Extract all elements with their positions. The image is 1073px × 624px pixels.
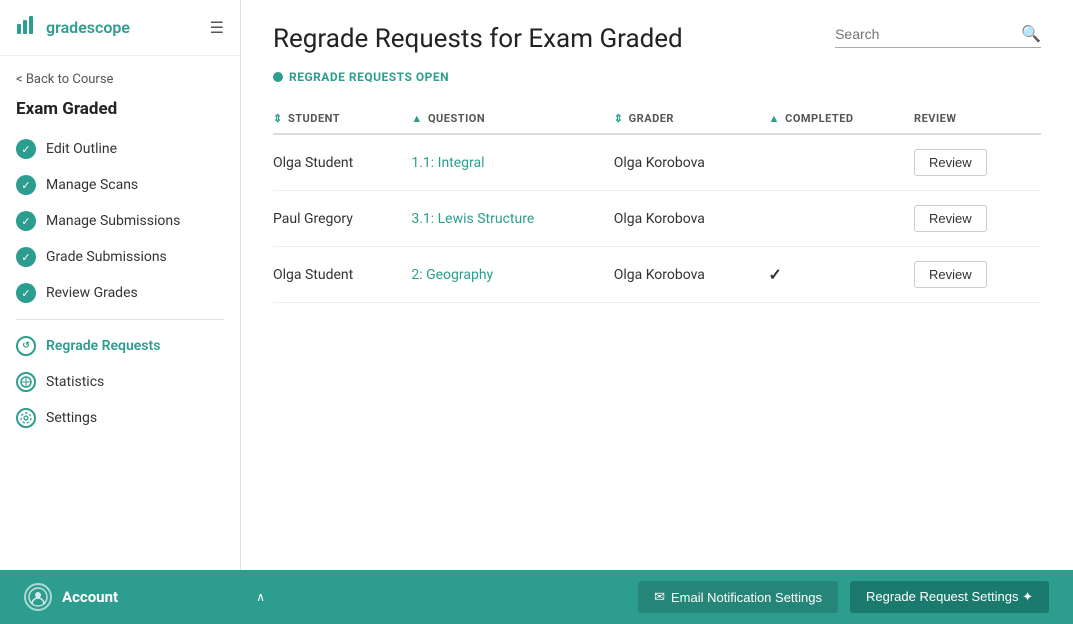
review-button[interactable]: Review <box>914 261 987 288</box>
table-row: Olga Student 1.1: Integral Olga Korobova… <box>273 134 1041 191</box>
col-question[interactable]: ▲ QUESTION <box>411 104 613 134</box>
regrade-requests-icon: ↺ <box>16 336 36 356</box>
sidebar-item-manage-scans[interactable]: ✓ Manage Scans <box>0 167 240 203</box>
sidebar-item-label: Settings <box>46 410 97 426</box>
review-button[interactable]: Review <box>914 205 987 232</box>
col-review: REVIEW <box>914 104 1041 134</box>
cell-question: 2: Geography <box>411 247 613 303</box>
logo-text: gradescope <box>46 18 130 37</box>
requests-table: ⇕ STUDENT ▲ QUESTION ⇕ GRADER ▲ COMPLETE… <box>273 104 1041 303</box>
question-link[interactable]: 2: Geography <box>411 267 493 283</box>
logo-icon <box>16 14 38 41</box>
cell-question: 3.1: Lewis Structure <box>411 191 613 247</box>
settings-icon <box>16 408 36 428</box>
table-row: Olga Student 2: Geography Olga Korobova … <box>273 247 1041 303</box>
cell-grader: Olga Korobova <box>614 134 769 191</box>
back-to-course-link[interactable]: < Back to Course <box>0 68 240 95</box>
statistics-icon <box>16 372 36 392</box>
sidebar-item-grade-submissions[interactable]: ✓ Grade Submissions <box>0 239 240 275</box>
completed-checkmark: ✓ <box>769 265 782 284</box>
cell-completed <box>769 134 915 191</box>
search-box: 🔍 <box>835 24 1041 48</box>
check-icon: ✓ <box>16 211 36 231</box>
table-body: Olga Student 1.1: Integral Olga Korobova… <box>273 134 1041 303</box>
cell-completed: ✓ <box>769 247 915 303</box>
check-icon: ✓ <box>16 175 36 195</box>
email-notification-settings-button[interactable]: ✉ Email Notification Settings <box>638 581 838 613</box>
sidebar-item-regrade-requests[interactable]: ↺ Regrade Requests <box>0 328 240 364</box>
cell-review: Review <box>914 191 1041 247</box>
page-header: Regrade Requests for Exam Graded 🔍 <box>273 24 1041 54</box>
table-row: Paul Gregory 3.1: Lewis Structure Olga K… <box>273 191 1041 247</box>
status-text: REGRADE REQUESTS OPEN <box>289 70 449 84</box>
chevron-up-icon[interactable]: ∧ <box>256 590 265 604</box>
sidebar: gradescope ☰ < Back to Course Exam Grade… <box>0 0 241 570</box>
col-student[interactable]: ⇕ STUDENT <box>273 104 411 134</box>
cell-student: Olga Student <box>273 134 411 191</box>
sidebar-divider <box>16 319 224 320</box>
page-title: Regrade Requests for Exam Graded <box>273 24 683 54</box>
sidebar-nav: < Back to Course Exam Graded ✓ Edit Outl… <box>0 56 240 570</box>
sidebar-item-review-grades[interactable]: ✓ Review Grades <box>0 275 240 311</box>
cell-completed <box>769 191 915 247</box>
sidebar-item-settings[interactable]: Settings <box>0 400 240 436</box>
search-input[interactable] <box>835 26 1015 42</box>
sidebar-item-label: Statistics <box>46 374 104 390</box>
sidebar-item-edit-outline[interactable]: ✓ Edit Outline <box>0 131 240 167</box>
account-label: Account <box>62 588 118 606</box>
check-icon: ✓ <box>16 139 36 159</box>
course-title: Exam Graded <box>0 95 240 131</box>
search-icon: 🔍 <box>1021 24 1041 43</box>
sidebar-header: gradescope ☰ <box>0 0 240 56</box>
hamburger-icon[interactable]: ☰ <box>210 18 224 37</box>
cell-question: 1.1: Integral <box>411 134 613 191</box>
review-button[interactable]: Review <box>914 149 987 176</box>
regrade-request-settings-button[interactable]: Regrade Request Settings ✦ <box>850 581 1049 613</box>
sidebar-item-label: Manage Submissions <box>46 213 180 229</box>
footer-actions: ✉ Email Notification Settings Regrade Re… <box>638 581 1049 613</box>
table-head: ⇕ STUDENT ▲ QUESTION ⇕ GRADER ▲ COMPLETE… <box>273 104 1041 134</box>
sidebar-item-label: Manage Scans <box>46 177 138 193</box>
col-completed[interactable]: ▲ COMPLETED <box>769 104 915 134</box>
status-dot <box>273 72 283 82</box>
question-link[interactable]: 1.1: Integral <box>411 155 484 171</box>
sidebar-item-label: Grade Submissions <box>46 249 167 265</box>
cell-student: Olga Student <box>273 247 411 303</box>
status-badge: REGRADE REQUESTS OPEN <box>273 70 1041 84</box>
check-icon: ✓ <box>16 283 36 303</box>
sidebar-item-statistics[interactable]: Statistics <box>0 364 240 400</box>
account-section: Account ∧ <box>24 583 265 611</box>
cell-student: Paul Gregory <box>273 191 411 247</box>
account-avatar <box>24 583 52 611</box>
cell-review: Review <box>914 134 1041 191</box>
footer: Account ∧ ✉ Email Notification Settings … <box>0 570 1073 624</box>
cell-grader: Olga Korobova <box>614 191 769 247</box>
sidebar-item-label: Edit Outline <box>46 141 117 157</box>
sidebar-item-manage-submissions[interactable]: ✓ Manage Submissions <box>0 203 240 239</box>
cell-grader: Olga Korobova <box>614 247 769 303</box>
main-content: Regrade Requests for Exam Graded 🔍 REGRA… <box>241 0 1073 570</box>
sidebar-item-label: Review Grades <box>46 285 138 301</box>
sidebar-item-label: Regrade Requests <box>46 338 160 354</box>
cell-review: Review <box>914 247 1041 303</box>
email-icon: ✉ <box>654 589 665 605</box>
col-grader[interactable]: ⇕ GRADER <box>614 104 769 134</box>
question-link[interactable]: 3.1: Lewis Structure <box>411 211 534 227</box>
check-icon: ✓ <box>16 247 36 267</box>
